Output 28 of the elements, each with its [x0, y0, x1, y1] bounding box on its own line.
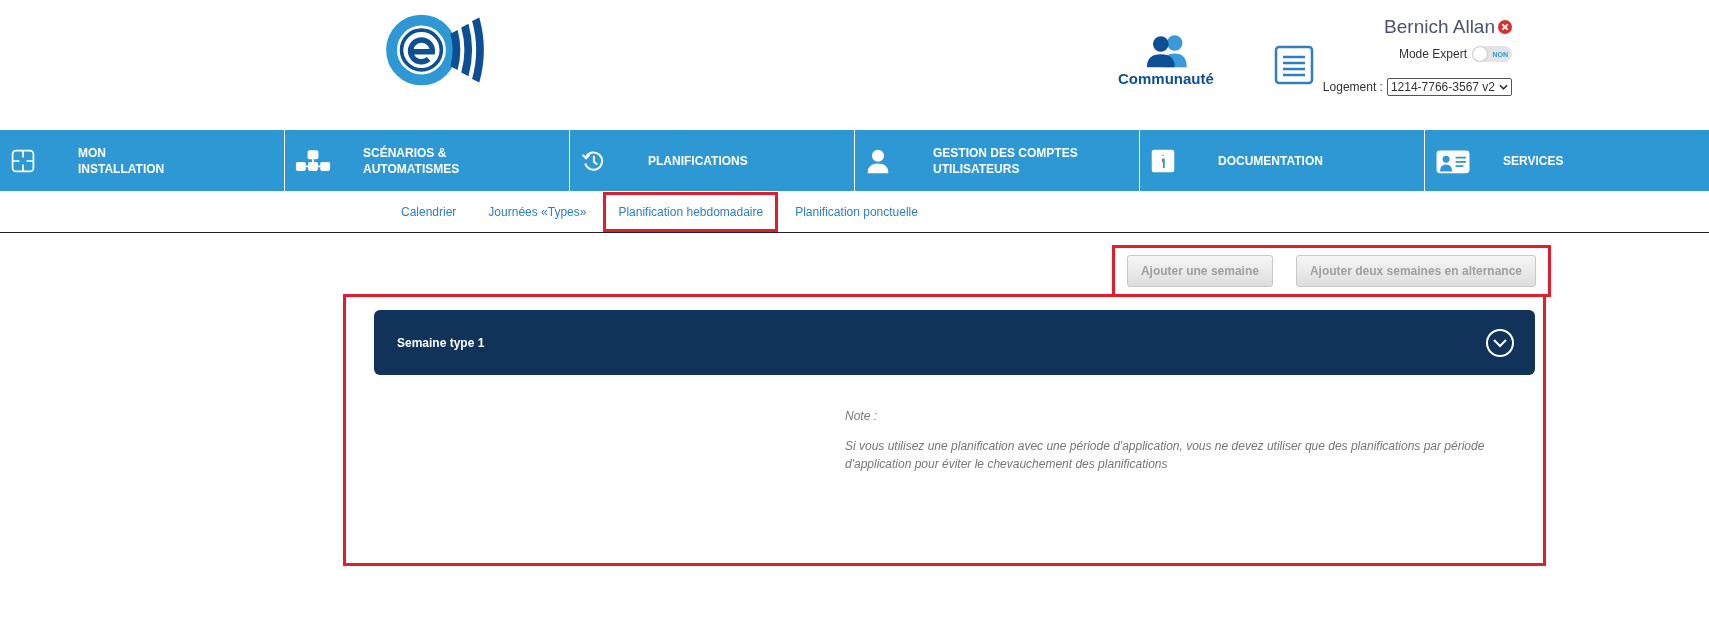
subnav-tab[interactable]: Planification ponctuelle	[780, 191, 933, 232]
info-icon	[1150, 147, 1176, 174]
note-title: Note :	[845, 409, 878, 423]
user-icon	[865, 147, 891, 174]
note-text: Si vous utilisez une planification avec une période d'application, vous ne devez utiliser que des planifications par période d'application pour éviter le chevauchement des planifications	[845, 438, 1486, 473]
expert-mode-label: Mode Expert	[1398, 47, 1467, 61]
nav-item[interactable]: GESTION DES COMPTES UTILISATEURS	[855, 130, 1139, 191]
housing-select[interactable]: 1214-7766-3567 v2	[1386, 78, 1512, 96]
close-icon[interactable]	[1498, 20, 1512, 34]
caret-icon	[1499, 84, 1508, 90]
week-accordion-header[interactable]: Semaine type 1	[374, 310, 1535, 375]
nav-item[interactable]: SERVICES	[1425, 130, 1709, 191]
network-icon	[295, 147, 331, 174]
user-name: Bernich Allan	[1384, 16, 1495, 38]
housing-label: Logement :	[1322, 80, 1383, 94]
nav-item[interactable]: SCÉNARIOS & AUTOMATISMES	[285, 130, 569, 191]
subnav-tab[interactable]: Calendrier	[386, 191, 472, 232]
week-title: Semaine type 1	[397, 335, 485, 350]
nav-item[interactable]: DOCUMENTATION	[1140, 130, 1424, 191]
subnav-tab[interactable]: Journées «Types»	[473, 191, 602, 232]
logo-icon	[385, 12, 485, 88]
nav-item[interactable]: PLANIFICATIONS	[570, 130, 854, 191]
community-label[interactable]: Communauté	[1118, 70, 1214, 87]
document-icon[interactable]	[1273, 45, 1314, 85]
subnav-tab[interactable]: Planification hebdomadaire	[603, 191, 779, 232]
nav-item[interactable]: MON INSTALLATION	[0, 130, 284, 191]
floor-plan-icon	[10, 147, 36, 174]
chevron-circle-icon[interactable]	[1485, 327, 1515, 358]
